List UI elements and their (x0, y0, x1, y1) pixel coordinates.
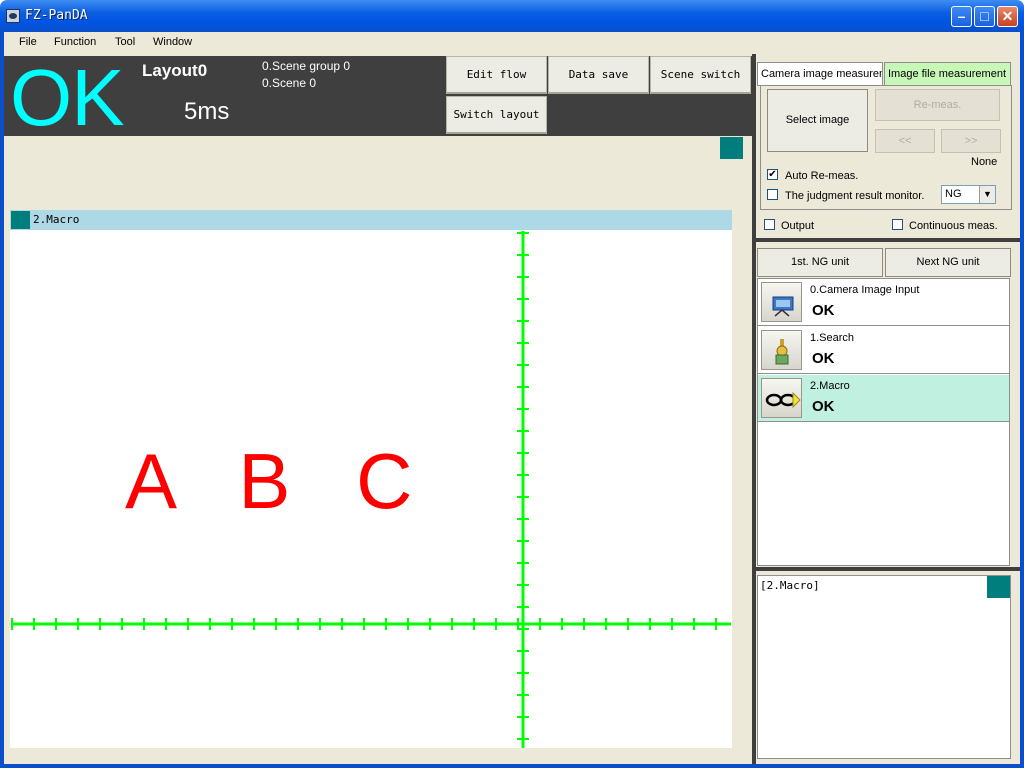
tab-image-file-measurement[interactable]: Image file measurement (884, 62, 1011, 86)
unit-row-macro[interactable]: 2.Macro OK (758, 375, 1009, 422)
unit-result: OK (812, 302, 835, 319)
unit-result: OK (812, 398, 835, 415)
unit-name: 1.Search (810, 332, 855, 344)
unit-row-camera-image-input[interactable]: 0.Camera Image Input OK (758, 279, 1009, 326)
re-meas-button[interactable]: Re-meas. (875, 89, 1000, 121)
first-ng-unit-button[interactable]: 1st. NG unit (757, 248, 883, 277)
next-image-button[interactable]: >> (941, 129, 1001, 153)
continuous-meas-label: Continuous meas. (909, 220, 998, 232)
tab-camera-image-measurement[interactable]: Camera image measurement (757, 62, 883, 86)
select-image-button[interactable]: Select image (767, 89, 868, 152)
judgment-monitor-checkbox[interactable] (767, 189, 778, 200)
output-label: Output (781, 220, 815, 232)
panel-divider (752, 54, 756, 764)
auto-remeas-checkbox[interactable]: ✔ (767, 169, 778, 180)
next-ng-unit-button[interactable]: Next NG unit (885, 248, 1011, 277)
image-file-name: None (971, 156, 998, 168)
panel-separator-1 (756, 238, 1020, 242)
output-checkbox[interactable] (764, 219, 775, 230)
unit-name: 2.Macro (810, 380, 850, 392)
judgment-select-value: NG (945, 188, 962, 200)
auto-remeas-label: Auto Re-meas. (785, 170, 859, 182)
search-icon (761, 330, 802, 370)
unit-name: 0.Camera Image Input (810, 284, 920, 296)
detail-panel (757, 575, 1011, 759)
judgment-select[interactable]: NG ▼ (941, 185, 996, 204)
unit-result: OK (812, 350, 835, 367)
panel-separator-2 (756, 567, 1020, 571)
judgment-monitor-label: The judgment result monitor. (785, 190, 925, 202)
continuous-meas-checkbox[interactable] (892, 219, 903, 230)
prev-image-button[interactable]: << (875, 129, 935, 153)
unit-row-search[interactable]: 1.Search OK (758, 327, 1009, 374)
detail-title: [2.Macro] (760, 579, 820, 592)
camera-icon (761, 282, 802, 322)
macro-glasses-icon (761, 378, 802, 418)
detail-panel-handle[interactable] (987, 576, 1010, 598)
chevron-down-icon[interactable]: ▼ (979, 186, 995, 203)
